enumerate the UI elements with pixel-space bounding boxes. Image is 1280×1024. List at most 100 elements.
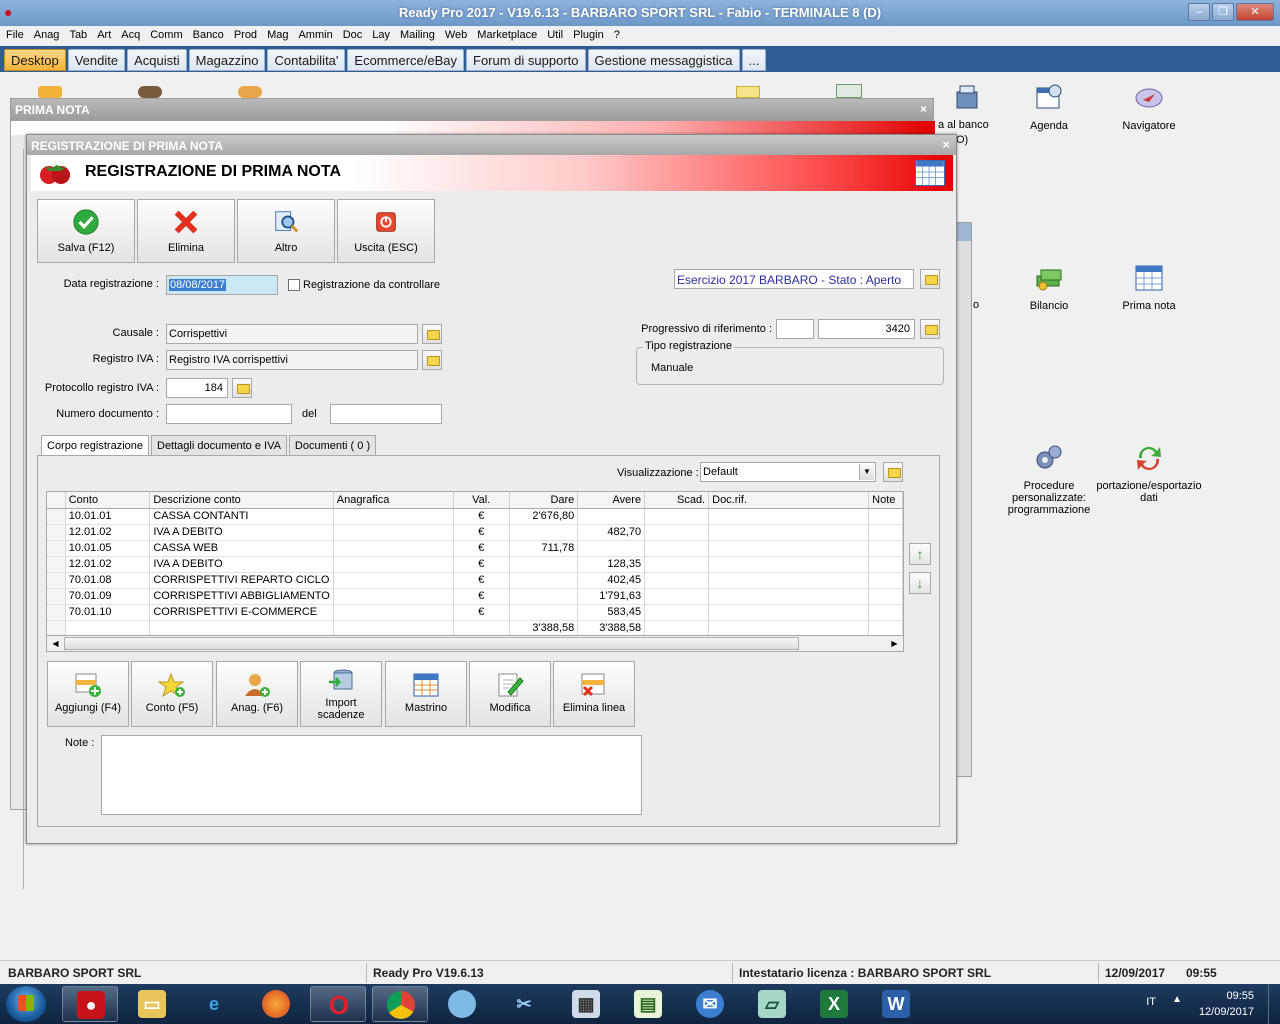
prima-nota-window-close-button[interactable]: × [920, 102, 927, 116]
cell-note[interactable] [868, 588, 903, 605]
cell-avere[interactable]: 482,70 [577, 524, 646, 541]
menu-mag[interactable]: Mag [267, 26, 294, 46]
table-row[interactable]: 10.01.05 CASSA WEB €711,78 [47, 540, 903, 557]
cell-conto[interactable]: 70.01.09 [65, 588, 151, 605]
cell-descrizione[interactable]: CORRISPETTIVI ABBIGLIAMENTO [149, 588, 334, 605]
cell-doc-rif[interactable] [708, 508, 870, 525]
folder-icon[interactable] [38, 86, 62, 98]
other-button[interactable]: Altro [237, 199, 335, 263]
progressivo-input[interactable]: 3420 [818, 319, 915, 339]
cell-anagrafica[interactable] [333, 588, 454, 605]
table-row[interactable]: 70.01.09 CORRISPETTIVI ABBIGLIAMENTO €1'79… [47, 588, 903, 605]
causale-input[interactable]: Corrispettivi [166, 324, 418, 344]
cell-doc-rif[interactable] [708, 556, 870, 573]
cell-avere[interactable] [577, 540, 646, 557]
cell-dare[interactable]: 711,78 [509, 540, 579, 557]
restore-button[interactable]: ❐ [1212, 3, 1234, 21]
cell-anagrafica[interactable] [333, 524, 454, 541]
cell-avere[interactable] [577, 508, 646, 525]
esercizio-folder-button[interactable] [920, 269, 940, 289]
cell-note[interactable] [868, 508, 903, 525]
tab-contabilita[interactable]: Contabilita' [267, 49, 346, 71]
tray-expand-icon[interactable]: ▲ [1172, 994, 1182, 1005]
row-indicator[interactable] [47, 540, 66, 557]
cell-conto[interactable]: 12.01.02 [65, 556, 151, 573]
visualizzazione-folder-button[interactable] [883, 462, 903, 482]
desktop-icon-navigatore[interactable]: Navigatore [1094, 82, 1204, 132]
tab-vendite[interactable]: Vendite [67, 49, 126, 71]
progressivo-prefix-input[interactable] [776, 319, 814, 339]
cell-dare[interactable]: 2'676,80 [509, 508, 579, 525]
registro-iva-input[interactable]: Registro IVA corrispettivi [166, 350, 418, 370]
cell-dare[interactable] [509, 524, 579, 541]
causale-folder-button[interactable] [422, 324, 442, 344]
menu-acq[interactable]: Acq [121, 26, 146, 46]
person-icon[interactable] [238, 86, 262, 98]
exit-button[interactable]: Uscita (ESC) [337, 199, 435, 263]
cell-valuta[interactable]: € [453, 572, 510, 589]
cell-conto[interactable]: 70.01.10 [65, 604, 151, 621]
col-conto[interactable]: Conto [65, 492, 151, 509]
cell-doc-rif[interactable] [708, 588, 870, 605]
row-indicator[interactable] [47, 588, 66, 605]
cell-descrizione[interactable]: CASSA CONTANTI [149, 508, 334, 525]
cell-valuta[interactable]: € [453, 556, 510, 573]
move-up-button[interactable]: ↑ [909, 543, 931, 565]
cell-descrizione[interactable]: CASSA WEB [149, 540, 334, 557]
tab-dettagli-documento[interactable]: Dettagli documento e IVA [151, 435, 287, 456]
registrazione-grid[interactable]: Conto Descrizione conto Anagrafica Val. … [46, 491, 904, 651]
taskbar-chart[interactable]: ▤ [620, 986, 676, 1022]
row-indicator[interactable] [47, 556, 66, 573]
col-descrizione[interactable]: Descrizione conto [149, 492, 334, 509]
del-date-input[interactable] [330, 404, 442, 424]
desktop-icon-agenda[interactable]: Agenda [994, 82, 1104, 132]
cell-dare[interactable] [509, 588, 579, 605]
start-button[interactable] [6, 986, 46, 1022]
tab-ecommerce[interactable]: Ecommerce/eBay [347, 49, 464, 71]
calendar-icon[interactable] [915, 160, 945, 186]
scrollbar-thumb[interactable] [64, 637, 799, 650]
col-avere[interactable]: Avere [577, 492, 646, 509]
taskbar-calculator[interactable]: ▦ [558, 986, 614, 1022]
cell-valuta[interactable]: € [453, 524, 510, 541]
scroll-left-icon[interactable]: ◀ [48, 637, 63, 650]
cell-anagrafica[interactable] [333, 604, 454, 621]
taskbar-excel[interactable]: X [806, 986, 862, 1022]
conto-button[interactable]: Conto (F5) [131, 661, 213, 727]
protocollo-input[interactable]: 184 [166, 378, 228, 398]
language-indicator[interactable]: IT [1146, 996, 1156, 1008]
taskbar-readypro[interactable]: ● [62, 986, 118, 1022]
cell-avere[interactable]: 1'791,63 [577, 588, 646, 605]
taskbar-opera[interactable]: O [310, 986, 366, 1022]
protocollo-folder-button[interactable] [232, 378, 252, 398]
delete-button[interactable]: Elimina [137, 199, 235, 263]
row-indicator[interactable] [47, 604, 66, 621]
cell-scadenza[interactable] [644, 556, 710, 573]
cell-valuta[interactable]: € [453, 540, 510, 557]
taskbar-safari[interactable] [434, 986, 490, 1022]
menu-tab[interactable]: Tab [69, 26, 93, 46]
menu-anag[interactable]: Anag [34, 26, 66, 46]
table-row[interactable]: 70.01.10 CORRISPETTIVI E-COMMERCE €583,45 [47, 604, 903, 621]
cell-doc-rif[interactable] [708, 540, 870, 557]
cell-scadenza[interactable] [644, 604, 710, 621]
anag-button[interactable]: Anag. (F6) [216, 661, 298, 727]
import-scadenze-button[interactable]: Import scadenze [300, 661, 382, 727]
menu-plugin[interactable]: Plugin [573, 26, 610, 46]
table-row[interactable]: 10.01.01 CASSA CONTANTI €2'676,80 [47, 508, 903, 525]
taskbar-explorer[interactable]: ▭ [124, 986, 180, 1022]
taskbar-mail[interactable]: ✉ [682, 986, 738, 1022]
dialog-close-button[interactable]: × [942, 137, 950, 152]
cell-valuta[interactable]: € [453, 604, 510, 621]
tab-magazzino[interactable]: Magazzino [188, 49, 266, 71]
col-note[interactable]: Note [868, 492, 903, 509]
taskbar-chrome[interactable] [372, 986, 428, 1022]
mastrino-button[interactable]: Mastrino [385, 661, 467, 727]
menu-comm[interactable]: Comm [150, 26, 188, 46]
menu-art[interactable]: Art [97, 26, 117, 46]
show-desktop-button[interactable] [1268, 984, 1280, 1024]
cell-conto[interactable]: 10.01.05 [65, 540, 151, 557]
cell-anagrafica[interactable] [333, 508, 454, 525]
da-controllare-checkbox[interactable] [288, 279, 300, 291]
col-doc-rif[interactable]: Doc.rif. [708, 492, 870, 509]
